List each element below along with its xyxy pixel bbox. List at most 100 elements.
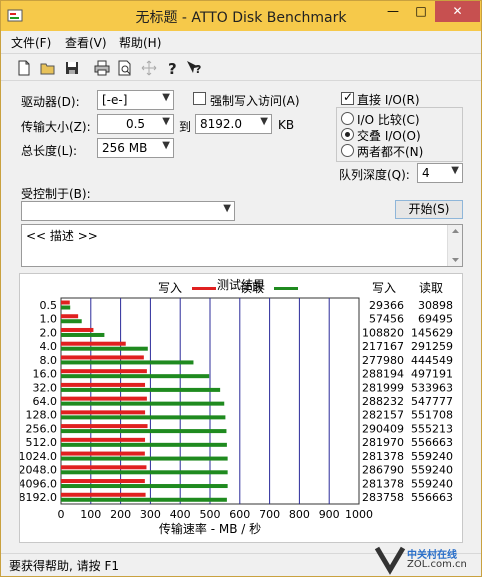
x-tick-label: 700 bbox=[259, 508, 280, 521]
transfer-from-value: 0.5 bbox=[125, 117, 146, 131]
y-tick-label: 0.5 bbox=[40, 299, 58, 312]
read-value: 533963 bbox=[411, 381, 453, 394]
x-tick-label: 100 bbox=[80, 508, 101, 521]
io-compare-label: I/O 比较(C) bbox=[357, 113, 420, 127]
print-icon[interactable] bbox=[93, 59, 111, 77]
transfer-size-label: 传输大小(Z): bbox=[21, 120, 91, 134]
y-tick-label: 8.0 bbox=[40, 354, 58, 367]
y-tick-label: 1.0 bbox=[40, 313, 58, 326]
app-window: 无标题 - ATTO Disk Benchmark — □ ✕ 文件(F) 查看… bbox=[0, 0, 482, 577]
x-tick-label: 300 bbox=[140, 508, 161, 521]
write-value: 217167 bbox=[362, 340, 404, 353]
legend-write-swatch bbox=[192, 287, 216, 290]
legend-read-label: 读取 bbox=[240, 281, 264, 295]
menu-help[interactable]: 帮助(H) bbox=[119, 34, 161, 51]
write-value: 281970 bbox=[362, 436, 404, 449]
transfer-to-value: 8192.0 bbox=[200, 117, 242, 131]
new-file-icon[interactable] bbox=[15, 59, 33, 77]
read-bar bbox=[61, 319, 82, 324]
chevron-down-icon: ▼ bbox=[162, 92, 170, 103]
drive-select[interactable]: [-e-] ▼ bbox=[97, 90, 174, 110]
force-write-label: 强制写入访问(A) bbox=[210, 94, 300, 108]
x-tick-label: 900 bbox=[319, 508, 340, 521]
y-tick-label: 8192.0 bbox=[20, 491, 57, 504]
watermark-url: ZOL.com.cn bbox=[407, 559, 467, 570]
read-bar bbox=[61, 360, 194, 365]
write-value: 282157 bbox=[362, 409, 404, 422]
description-text: << 描述 >> bbox=[26, 229, 98, 243]
y-tick-label: 1024.0 bbox=[20, 450, 57, 463]
controlled-by-select[interactable]: ▼ bbox=[21, 201, 235, 221]
write-bar bbox=[61, 300, 70, 305]
drive-label: 驱动器(D): bbox=[21, 95, 80, 109]
write-bar bbox=[61, 341, 126, 346]
title-bar[interactable]: 无标题 - ATTO Disk Benchmark — □ ✕ bbox=[1, 1, 481, 31]
read-value: 556663 bbox=[411, 491, 453, 504]
col-read-header: 读取 bbox=[419, 281, 443, 295]
read-bar bbox=[61, 387, 221, 392]
start-button[interactable]: 开始(S) bbox=[395, 200, 463, 219]
description-scrollbar[interactable] bbox=[447, 225, 462, 266]
read-bar bbox=[61, 484, 228, 489]
menu-file[interactable]: 文件(F) bbox=[11, 34, 51, 51]
save-icon[interactable] bbox=[63, 59, 81, 77]
read-value: 145629 bbox=[411, 326, 453, 339]
menu-view[interactable]: 查看(V) bbox=[65, 34, 107, 51]
open-folder-icon[interactable] bbox=[39, 59, 57, 77]
io-compare-radio[interactable] bbox=[341, 112, 354, 125]
x-tick-label: 800 bbox=[289, 508, 310, 521]
x-tick-label: 0 bbox=[58, 508, 65, 521]
y-tick-label: 2.0 bbox=[40, 326, 58, 339]
read-value: 547777 bbox=[411, 395, 453, 408]
to-label: 到 bbox=[179, 120, 192, 134]
neither-radio[interactable] bbox=[341, 144, 354, 157]
toolbar: ? ? bbox=[1, 53, 481, 81]
y-tick-label: 2048.0 bbox=[20, 464, 57, 477]
queue-depth-select[interactable]: 4 ▼ bbox=[417, 163, 463, 183]
overlapped-io-label: 交叠 I/O(O) bbox=[357, 129, 421, 143]
chevron-down-icon: ▼ bbox=[260, 116, 268, 127]
read-value: 559240 bbox=[411, 477, 453, 490]
print-preview-icon[interactable] bbox=[116, 59, 134, 77]
read-value: 291259 bbox=[411, 340, 453, 353]
chevron-down-icon: ▼ bbox=[162, 140, 170, 151]
y-tick-label: 128.0 bbox=[26, 409, 58, 422]
description-field[interactable]: << 描述 >> bbox=[21, 224, 463, 267]
read-bar bbox=[61, 374, 210, 379]
transfer-to-select[interactable]: 8192.0 ▼ bbox=[195, 114, 272, 134]
write-value: 277980 bbox=[362, 354, 404, 367]
close-button[interactable]: ✕ bbox=[435, 1, 480, 22]
write-bar bbox=[61, 369, 147, 374]
results-panel: 测试结果 写入 读取 写入 读取 0 100 200 300 400 500 600 700 800 900… bbox=[19, 273, 463, 543]
queue-depth-label: 队列深度(Q): bbox=[339, 168, 410, 182]
read-value: 555213 bbox=[411, 422, 453, 435]
write-value: 290409 bbox=[362, 422, 404, 435]
read-bar bbox=[61, 429, 227, 434]
context-help-icon[interactable]: ? bbox=[185, 59, 203, 77]
write-value: 286790 bbox=[362, 464, 404, 477]
minimize-button[interactable]: — bbox=[379, 1, 407, 22]
read-bar bbox=[61, 497, 227, 502]
read-bar bbox=[61, 456, 228, 461]
write-bar bbox=[61, 355, 144, 360]
read-value: 497191 bbox=[411, 368, 453, 381]
maximize-button[interactable]: □ bbox=[408, 1, 434, 22]
move-icon[interactable] bbox=[140, 59, 158, 77]
force-write-checkbox[interactable] bbox=[193, 92, 206, 105]
read-value: 444549 bbox=[411, 354, 453, 367]
read-value: 69495 bbox=[418, 313, 453, 326]
write-value: 288194 bbox=[362, 368, 404, 381]
help-icon[interactable]: ? bbox=[163, 59, 181, 77]
total-length-select[interactable]: 256 MB ▼ bbox=[97, 138, 174, 158]
transfer-from-select[interactable]: 0.5 ▼ bbox=[97, 114, 174, 134]
write-value: 57456 bbox=[369, 313, 404, 326]
total-length-label: 总长度(L): bbox=[21, 144, 78, 158]
direct-io-checkbox[interactable] bbox=[341, 90, 354, 105]
overlapped-io-radio[interactable] bbox=[341, 128, 354, 141]
legend-read-swatch bbox=[274, 287, 298, 290]
write-bar bbox=[61, 424, 148, 429]
legend-write-label: 写入 bbox=[158, 281, 182, 295]
write-value: 281378 bbox=[362, 450, 404, 463]
read-bar bbox=[61, 346, 148, 351]
drive-value: [-e-] bbox=[102, 93, 128, 107]
